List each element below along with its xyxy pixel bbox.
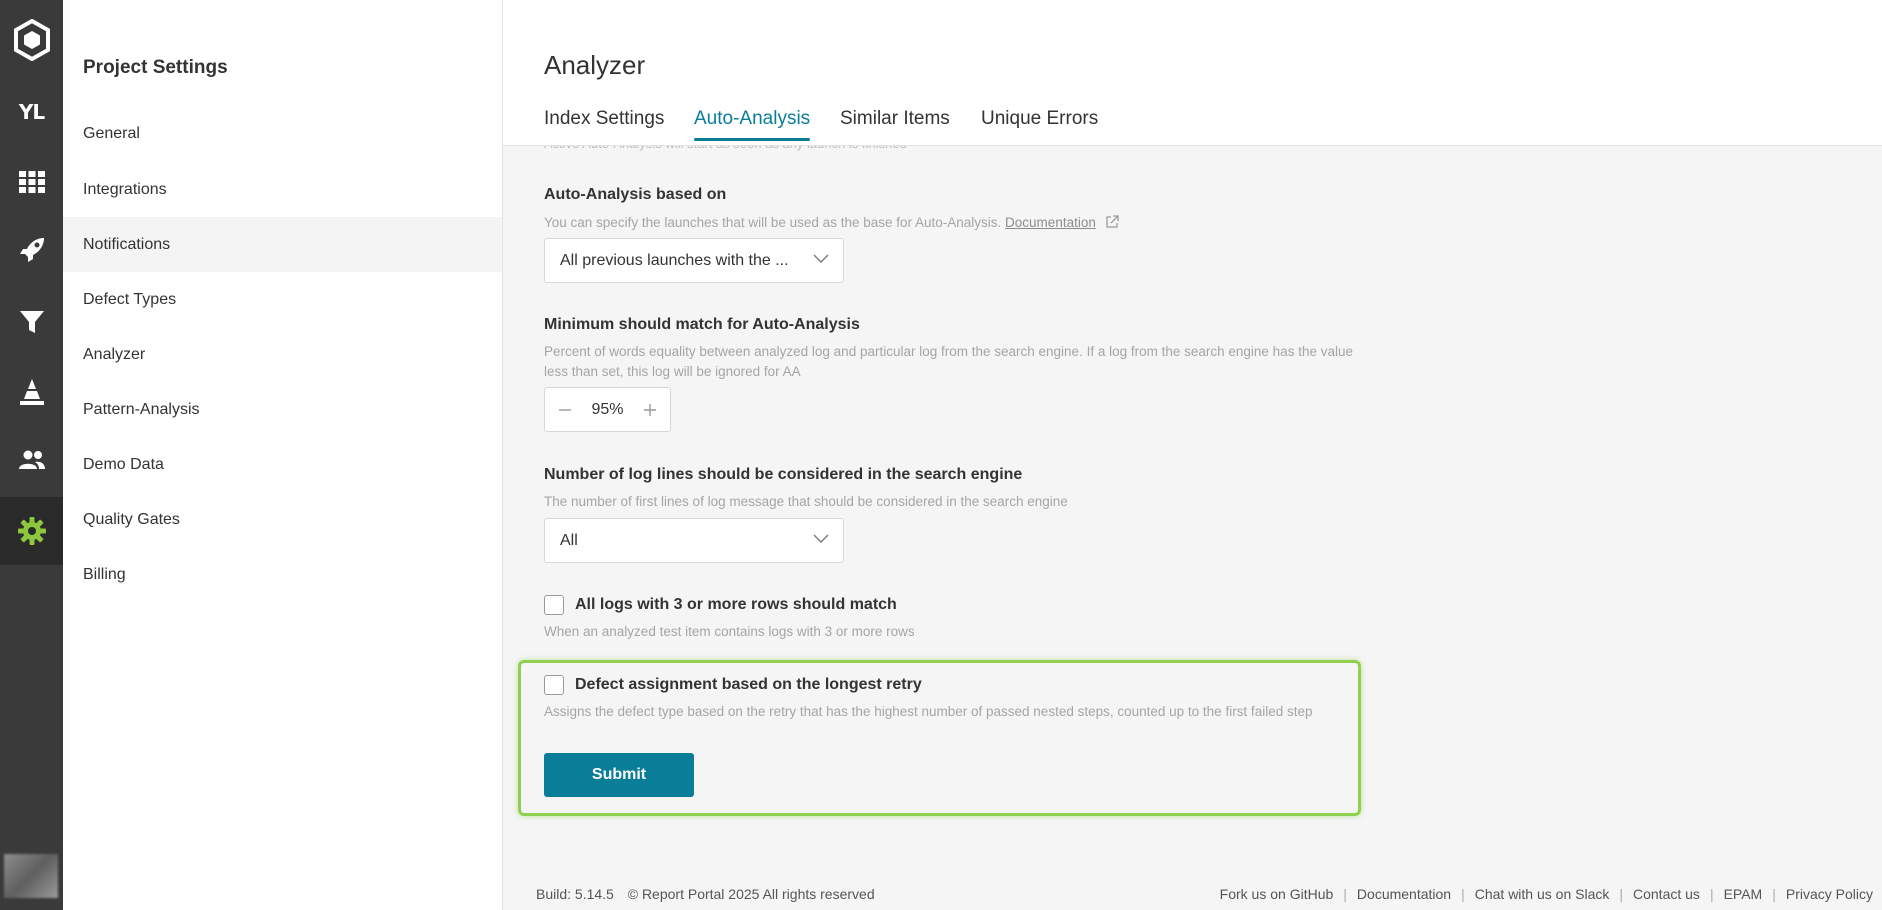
project-selector[interactable]: YL <box>0 82 63 142</box>
sidebar-item-general[interactable]: General <box>63 106 502 161</box>
launches-icon[interactable] <box>0 220 63 280</box>
based-on-description-text: You can specify the launches that will b… <box>544 215 1002 230</box>
documentation-link[interactable]: Documentation <box>1005 215 1096 230</box>
longest-retry-description: Assigns the defect type based on the ret… <box>544 704 1313 719</box>
page-title: Analyzer <box>544 50 646 80</box>
chevron-down-icon <box>813 534 829 543</box>
sidebar-item-integrations[interactable]: Integrations <box>63 162 502 217</box>
separator: | <box>1461 886 1465 902</box>
log-lines-dropdown[interactable]: All <box>544 518 844 563</box>
log-lines-description: The number of first lines of log message… <box>544 494 1068 509</box>
separator: | <box>1709 886 1714 902</box>
footer-link-github[interactable]: Fork us on GitHub <box>1220 886 1334 902</box>
tab-auto-analysis[interactable]: Auto-Analysis <box>694 108 811 141</box>
sidebar-item-demo-data[interactable]: Demo Data <box>63 437 502 492</box>
based-on-dropdown[interactable]: All previous launches with the ... <box>544 238 844 283</box>
footer-links: Fork us on GitHub | Documentation | Chat… <box>1220 886 1873 902</box>
footer-link-privacy[interactable]: Privacy Policy <box>1786 886 1873 902</box>
settings-sidebar: Project Settings General Integrations No… <box>63 0 503 910</box>
min-match-stepper: 95% <box>544 387 671 432</box>
sidebar-title: Project Settings <box>83 57 228 78</box>
copyright: © Report Portal 2025 All rights reserved <box>627 886 875 902</box>
separator: | <box>1772 886 1776 902</box>
sidebar-item-notifications[interactable]: Notifications <box>63 217 502 272</box>
min-match-description: Percent of words equality between analyz… <box>544 344 1353 379</box>
members-icon[interactable] <box>0 430 63 490</box>
sidebar-item-defect-types[interactable]: Defect Types <box>63 272 502 327</box>
main-content: Active Auto-Analysis will start as soon … <box>503 0 1882 910</box>
tab-similar-items[interactable]: Similar Items <box>840 108 950 130</box>
longest-retry-checkbox[interactable] <box>544 675 564 695</box>
footer-link-documentation[interactable]: Documentation <box>1357 886 1451 902</box>
footer-link-contact[interactable]: Contact us <box>1633 886 1700 902</box>
longest-retry-label[interactable]: Defect assignment based on the longest r… <box>575 676 922 694</box>
page-header: Analyzer Index Settings Auto-Analysis Si… <box>503 0 1882 146</box>
sidebar-item-analyzer[interactable]: Analyzer <box>63 327 502 382</box>
all-logs-label[interactable]: All logs with 3 or more rows should matc… <box>575 596 897 614</box>
project-initials: YL <box>18 100 45 124</box>
min-match-label: Minimum should match for Auto-Analysis <box>544 316 860 333</box>
build-version: Build: 5.14.5 <box>536 886 614 902</box>
submit-button[interactable]: Submit <box>544 753 694 797</box>
chevron-down-icon <box>813 254 829 263</box>
main-nav-rail: YL <box>0 0 63 910</box>
based-on-value: All previous launches with the ... <box>560 252 789 269</box>
tab-auto-analysis-label: Auto-Analysis <box>694 108 811 129</box>
sidebar-item-billing[interactable]: Billing <box>63 547 502 602</box>
filters-icon[interactable] <box>0 292 63 352</box>
external-link-icon[interactable] <box>1104 214 1120 230</box>
log-lines-label: Number of log lines should be considered… <box>544 466 1023 483</box>
footer-info: Build: 5.14.5 © Report Portal 2025 All r… <box>536 886 875 902</box>
sidebar-item-pattern-analysis[interactable]: Pattern-Analysis <box>63 382 502 437</box>
user-avatar[interactable] <box>4 854 58 898</box>
sidebar-item-quality-gates[interactable]: Quality Gates <box>63 492 502 547</box>
log-lines-value: All <box>560 532 578 549</box>
based-on-description: You can specify the launches that will b… <box>544 213 1344 233</box>
plus-icon[interactable] <box>642 402 658 418</box>
footer-link-slack[interactable]: Chat with us on Slack <box>1475 886 1610 902</box>
footer-link-epam[interactable]: EPAM <box>1724 886 1763 902</box>
tab-unique-errors[interactable]: Unique Errors <box>981 108 1098 130</box>
settings-icon[interactable] <box>0 497 63 565</box>
all-logs-description: When an analyzed test item contains logs… <box>544 624 915 639</box>
debug-icon[interactable] <box>0 362 63 422</box>
report-portal-logo-icon[interactable] <box>0 10 63 70</box>
all-logs-checkbox[interactable] <box>544 595 564 615</box>
active-tab-underline <box>694 138 811 141</box>
based-on-label: Auto-Analysis based on <box>544 186 727 203</box>
tab-index-settings[interactable]: Index Settings <box>544 108 664 130</box>
separator: | <box>1343 886 1347 902</box>
dashboard-icon[interactable] <box>0 152 63 212</box>
separator: | <box>1619 886 1623 902</box>
